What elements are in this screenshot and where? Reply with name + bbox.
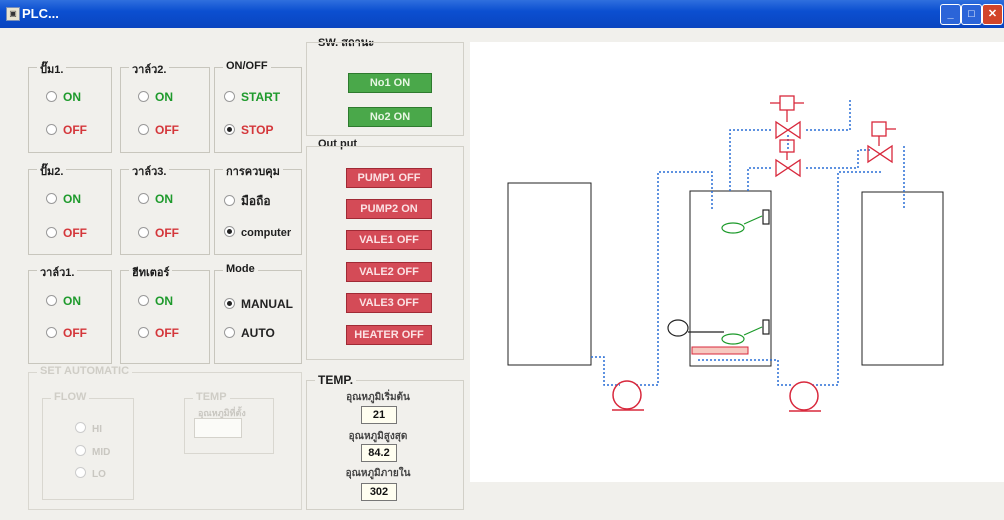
valve3-on-radio[interactable]: ON xyxy=(138,192,173,206)
max-temp-label: อุณหภูมิสูงสุด xyxy=(348,431,408,442)
pump2-off-radio[interactable]: OFF xyxy=(46,226,87,240)
set-temp-caption: TEMP xyxy=(193,391,230,403)
computer-control-radio[interactable]: computer xyxy=(224,226,291,239)
sw-no1-indicator: No1 ON xyxy=(348,73,432,93)
valve3-output-indicator: VALE3 OFF xyxy=(346,293,432,313)
heater-caption: ฮีทเตอร์ xyxy=(129,263,173,281)
pump2-on-radio[interactable]: ON xyxy=(46,192,81,206)
onoff-group: ON/OFF xyxy=(214,60,302,153)
radio-dot xyxy=(46,91,57,102)
process-diagram xyxy=(470,42,1004,482)
minimize-button[interactable]: _ xyxy=(940,4,961,25)
radio-dot xyxy=(138,124,149,135)
valve3-off-radio[interactable]: OFF xyxy=(138,226,179,240)
heater-group: ฮีทเตอร์ xyxy=(120,263,210,364)
pump1-group: ปั๊ม1. xyxy=(28,60,112,153)
valve2-output-indicator: VALE2 OFF xyxy=(346,262,432,282)
set-automatic-caption: SET AUTOMATIC xyxy=(37,365,133,377)
radio-dot xyxy=(138,295,149,306)
heater-element xyxy=(691,346,749,355)
pump1-on-radio[interactable]: ON xyxy=(46,90,81,104)
valve1-on-radio[interactable]: ON xyxy=(46,294,81,308)
title-bar: ▣ PLC... _ □ ✕ xyxy=(0,0,1004,28)
sw-no2-indicator: No2 ON xyxy=(348,107,432,127)
manual-mode-radio[interactable]: MANUAL xyxy=(224,297,293,311)
mode-caption: Mode xyxy=(223,263,258,275)
set-temp-input[interactable] xyxy=(194,418,242,438)
pump1-off-radio[interactable]: OFF xyxy=(46,123,87,137)
radio-dot xyxy=(138,91,149,102)
heater-on-radio[interactable]: ON xyxy=(138,294,173,308)
valve2-caption: วาล์ว2. xyxy=(129,60,170,78)
onoff-caption: ON/OFF xyxy=(223,60,271,72)
pump2-group: ปั๊ม2. xyxy=(28,162,112,255)
valve1-output-indicator: VALE1 OFF xyxy=(346,230,432,250)
control-group: การควบคุม xyxy=(214,162,302,255)
radio-dot xyxy=(224,195,235,206)
flow-lo-radio[interactable]: LO xyxy=(75,467,106,480)
valve1-caption: วาล์ว1. xyxy=(37,263,78,281)
radio-dot xyxy=(46,295,57,306)
valve1-group: วาล์ว1. xyxy=(28,263,112,364)
radio-dot xyxy=(46,124,57,135)
valve3-group: วาล์ว3. xyxy=(120,162,210,255)
radio-dot xyxy=(75,445,86,456)
radio-dot xyxy=(224,91,235,102)
radio-dot xyxy=(46,327,57,338)
maximize-button[interactable]: □ xyxy=(961,4,982,25)
valve2-group: วาล์ว2. xyxy=(120,60,210,153)
app-icon: ▣ xyxy=(6,7,20,21)
radio-dot xyxy=(75,422,86,433)
start-temp-label: อุณหภูมิเริ่มต้น xyxy=(346,392,410,403)
window-title: PLC... xyxy=(22,6,59,21)
valve1-off-radio[interactable]: OFF xyxy=(46,326,87,340)
auto-mode-radio[interactable]: AUTO xyxy=(224,326,275,340)
radio-dot xyxy=(46,227,57,238)
radio-dot xyxy=(75,467,86,478)
radio-dot xyxy=(138,327,149,338)
inside-temp-value: 302 xyxy=(361,483,397,501)
max-temp-value: 84.2 xyxy=(361,444,397,462)
close-button[interactable]: ✕ xyxy=(982,4,1003,25)
radio-dot xyxy=(224,226,235,237)
mode-group: Mode xyxy=(214,263,302,364)
heater-off-radio[interactable]: OFF xyxy=(138,326,179,340)
pump2-output-indicator: PUMP2 ON xyxy=(346,199,432,219)
pump1-caption: ปั๊ม1. xyxy=(37,60,67,78)
pump1-output-indicator: PUMP1 OFF xyxy=(346,168,432,188)
start-temp-value: 21 xyxy=(361,406,397,424)
valve3-caption: วาล์ว3. xyxy=(129,162,170,180)
radio-dot xyxy=(138,193,149,204)
radio-dot xyxy=(224,327,235,338)
radio-dot xyxy=(224,298,235,309)
hand-control-radio[interactable]: มือถือ xyxy=(224,192,271,211)
inside-temp-label: อุณหภูมิภายใน xyxy=(345,468,411,479)
pump2-caption: ปั๊ม2. xyxy=(37,162,67,180)
heater-output-indicator: HEATER OFF xyxy=(346,325,432,345)
flow-hi-radio[interactable]: HI xyxy=(75,422,102,435)
radio-dot xyxy=(224,124,235,135)
radio-dot xyxy=(46,193,57,204)
radio-dot xyxy=(138,227,149,238)
stop-radio[interactable]: STOP xyxy=(224,123,273,137)
temp-caption: TEMP. xyxy=(315,373,357,387)
diagram-background xyxy=(470,42,1004,482)
control-caption: การควบคุม xyxy=(223,162,283,180)
start-radio[interactable]: START xyxy=(224,90,280,104)
flow-mid-radio[interactable]: MID xyxy=(75,445,110,458)
valve2-on-radio[interactable]: ON xyxy=(138,90,173,104)
valve2-off-radio[interactable]: OFF xyxy=(138,123,179,137)
flow-caption: FLOW xyxy=(51,391,90,403)
